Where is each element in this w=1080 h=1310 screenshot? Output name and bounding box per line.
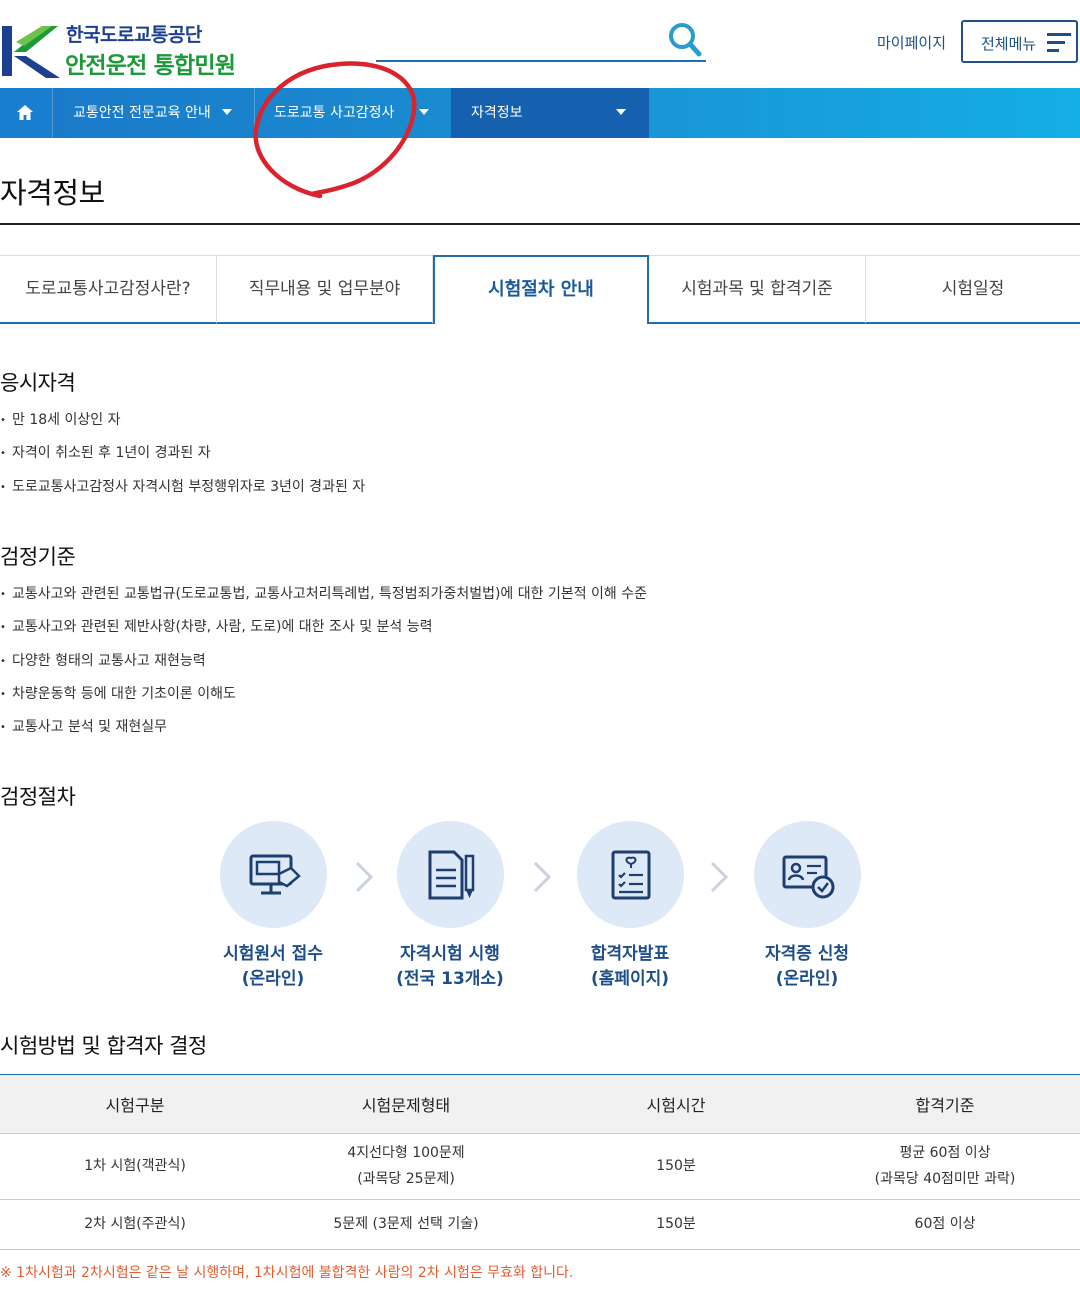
site-logo[interactable]: 한국도로교통공단 안전운전 통합민원: [2, 18, 242, 80]
hamburger-icon: [1047, 33, 1071, 52]
step-icon-circle: [397, 821, 504, 928]
content-tabs: 도로교통사고감정사란? 직무내용 및 업무분야 시험절차 안내 시험과목 및 합…: [0, 255, 1080, 324]
procedure-step-application: 시험원서 접수 (온라인): [183, 821, 363, 1001]
nav-home-button[interactable]: [0, 88, 52, 138]
col-header-type: 시험구분: [0, 1075, 270, 1134]
cell-pass-line1: 평균 60점 이상: [899, 1145, 991, 1161]
all-menu-label: 전체메뉴: [981, 35, 1037, 53]
cell-pass: 60점 이상: [810, 1199, 1080, 1250]
cell-time: 150분: [542, 1133, 810, 1200]
chevron-down-icon: [222, 109, 232, 115]
list-item: 만 18세 이상인 자: [0, 409, 120, 429]
cell-type: 2차 시험(주관식): [0, 1199, 270, 1250]
col-header-format: 시험문제형태: [270, 1075, 542, 1134]
title-divider: [0, 223, 1080, 225]
table-row: 2차 시험(주관식) 5문제 (3문제 선택 기술) 150분 60점 이상: [0, 1199, 1080, 1250]
mypage-link[interactable]: 마이페이지: [877, 32, 946, 53]
chevron-down-icon: [616, 109, 626, 115]
search-icon[interactable]: [668, 22, 702, 58]
procedure-step-announcement: 합격자발표 (홈페이지): [540, 821, 720, 1001]
tab-exam-procedure[interactable]: 시험절차 안내: [433, 255, 649, 324]
list-item: 교통사고와 관련된 교통법규(도로교통법, 교통사고처리특례법, 특정범죄가중처…: [0, 583, 647, 603]
section-title-procedure: 검정절차: [0, 785, 76, 809]
tab-subjects-criteria[interactable]: 시험과목 및 합격기준: [649, 256, 866, 324]
cell-pass-line2: (과목당 40점미만 과락): [874, 1171, 1016, 1187]
step-label-line2: (전국 13개소): [396, 969, 504, 989]
list-item: 자격이 취소된 후 1년이 경과된 자: [0, 442, 211, 462]
list-item: 교통사고 분석 및 재현실무: [0, 716, 167, 736]
cell-format-line1: 4지선다형 100문제: [347, 1145, 465, 1161]
step-label: 합격자발표 (홈페이지): [540, 942, 720, 992]
all-menu-button[interactable]: 전체메뉴: [961, 20, 1078, 63]
list-item: 차량운동학 등에 대한 기초이론 이해도: [0, 683, 236, 703]
section-title-method: 시험방법 및 합격자 결정: [0, 1034, 207, 1058]
cell-format-line2: (과목당 25문제): [357, 1171, 455, 1187]
cell-format: 4지선다형 100문제 (과목당 25문제): [270, 1133, 542, 1200]
step-icon-circle: [220, 821, 327, 928]
step-icon-circle: [577, 821, 684, 928]
step-label-line2: (홈페이지): [590, 969, 670, 989]
computer-application-icon: [249, 854, 301, 895]
list-item: 도로교통사고감정사 자격시험 부정행위자로 3년이 경과된 자: [0, 476, 365, 496]
step-label: 시험원서 접수 (온라인): [183, 942, 363, 992]
col-header-time: 시험시간: [542, 1075, 810, 1134]
procedure-step-certificate: 자격증 신청 (온라인): [717, 821, 897, 1001]
checklist-icon: [611, 850, 651, 900]
cell-type: 1차 시험(객관식): [0, 1133, 270, 1200]
section-title-eligibility: 응시자격: [0, 371, 76, 395]
chevron-down-icon: [419, 109, 429, 115]
tab-duties[interactable]: 직무내용 및 업무분야: [217, 256, 433, 324]
list-item: 교통사고와 관련된 제반사항(차량, 사람, 도로)에 대한 조사 및 분석 능…: [0, 616, 433, 636]
search-input[interactable]: [376, 18, 706, 62]
page-title: 자격정보: [0, 176, 105, 210]
step-label-line1: 자격증 신청: [764, 944, 850, 964]
col-header-pass: 합격기준: [810, 1075, 1080, 1134]
step-label-line2: (온라인): [241, 969, 305, 989]
step-label-line2: (온라인): [775, 969, 839, 989]
exam-method-table: 시험구분 시험문제형태 시험시간 합격기준 1차 시험(객관식) 4지선다형 1…: [0, 1075, 1080, 1250]
list-item: 다양한 형태의 교통사고 재현능력: [0, 650, 206, 670]
logo-org-name: 한국도로교통공단: [66, 24, 202, 46]
main-nav: 교통안전 전문교육 안내 도로교통 사고감정사 자격정보: [0, 88, 1080, 138]
tab-about[interactable]: 도로교통사고감정사란?: [0, 256, 217, 324]
step-label-line1: 합격자발표: [590, 944, 670, 964]
site-header: 한국도로교통공단 안전운전 통합민원 마이페이지 전체메뉴: [0, 0, 1080, 88]
step-label: 자격증 신청 (온라인): [717, 942, 897, 992]
nav-item-label: 자격정보: [471, 105, 523, 121]
logo-service-name: 안전운전 통합민원: [65, 53, 236, 79]
step-icon-circle: [754, 821, 861, 928]
certificate-icon: [782, 855, 835, 899]
exam-paper-icon: [428, 850, 475, 900]
nav-item-label: 도로교통 사고감정사: [274, 105, 395, 121]
tab-exam-schedule[interactable]: 시험일정: [866, 256, 1080, 324]
home-icon: [17, 105, 33, 120]
table-header-row: 시험구분 시험문제형태 시험시간 합격기준: [0, 1075, 1080, 1134]
step-label: 자격시험 시행 (전국 13개소): [360, 942, 540, 992]
step-label-line1: 시험원서 접수: [223, 944, 323, 964]
cell-time: 150분: [542, 1199, 810, 1250]
koroad-logo-icon: [2, 26, 60, 78]
nav-item-accident-appraiser[interactable]: 도로교통 사고감정사: [254, 88, 450, 138]
nav-item-qualification[interactable]: 자격정보: [451, 88, 649, 138]
table-row: 1차 시험(객관식) 4지선다형 100문제 (과목당 25문제) 150분 평…: [0, 1133, 1080, 1200]
procedure-step-exam: 자격시험 시행 (전국 13개소): [360, 821, 540, 1001]
cell-pass: 평균 60점 이상 (과목당 40점미만 과락): [810, 1133, 1080, 1200]
cell-format: 5문제 (3문제 선택 기술): [270, 1199, 542, 1250]
exam-note: ※ 1차시험과 2차시험은 같은 날 시행하며, 1차시험에 불합격한 사람의 …: [0, 1265, 574, 1281]
nav-item-label: 교통안전 전문교육 안내: [73, 105, 211, 121]
nav-item-education[interactable]: 교통안전 전문교육 안내: [52, 88, 254, 138]
section-title-criteria: 검정기준: [0, 545, 76, 569]
step-label-line1: 자격시험 시행: [400, 944, 500, 964]
